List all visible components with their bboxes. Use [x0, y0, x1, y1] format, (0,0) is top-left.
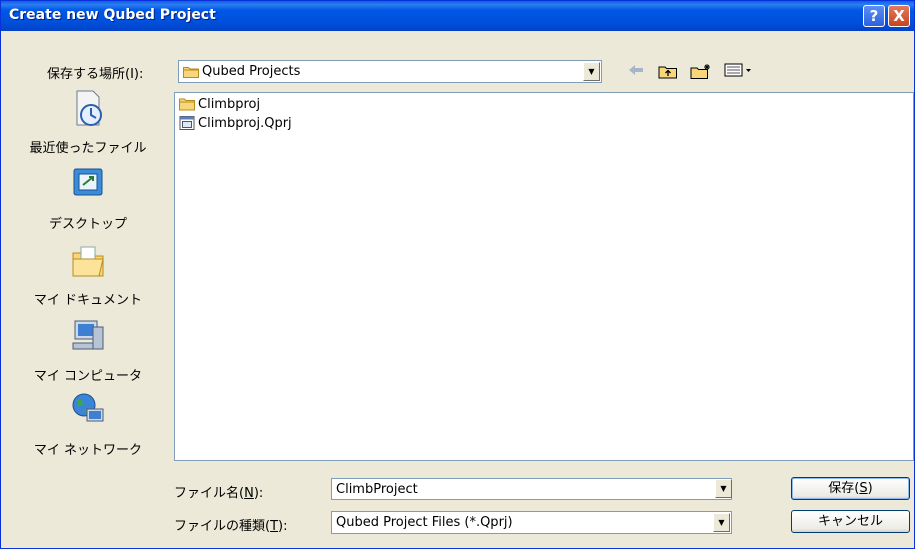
list-item[interactable]: Climbproj — [179, 97, 260, 115]
list-item[interactable]: Climbproj.Qprj — [179, 116, 292, 134]
file-list[interactable]: Climbproj Climbproj.Qprj — [174, 92, 914, 461]
file-name: Climbproj.Qprj — [198, 116, 292, 131]
location-label: 保存する場所(I): — [47, 67, 144, 82]
folder-icon — [179, 98, 195, 111]
save-button[interactable]: 保存(S) — [791, 477, 910, 500]
qprj-file-icon — [179, 116, 195, 130]
place-label: デスクトップ — [48, 217, 127, 232]
close-button[interactable]: X — [888, 5, 910, 27]
place-label: マイ コンピュータ — [33, 369, 143, 384]
filename-dropdown[interactable]: ▼ — [709, 478, 732, 500]
save-dialog: Create new Qubed Project ? X 保存する場所(I): … — [0, 0, 915, 549]
chevron-down-icon[interactable]: ▼ — [713, 513, 730, 532]
my-documents-icon — [72, 246, 104, 277]
cancel-button[interactable]: キャンセル — [791, 510, 910, 533]
up-folder-icon[interactable] — [657, 63, 679, 81]
place-my-computer[interactable]: マイ コンピュータ — [13, 317, 163, 391]
location-combo[interactable]: Qubed Projects ▼ — [178, 60, 602, 83]
location-value: Qubed Projects — [202, 64, 301, 79]
filename-label: ファイル名(N): — [174, 486, 264, 501]
place-desktop[interactable]: デスクトップ — [13, 165, 163, 239]
place-my-documents[interactable]: マイ ドキュメント — [13, 241, 163, 315]
title-bar[interactable]: Create new Qubed Project ? X — [1, 1, 914, 31]
file-name: Climbproj — [198, 97, 261, 112]
filetype-value: Qubed Project Files (*.Qprj) — [336, 515, 513, 530]
view-menu-icon[interactable] — [723, 63, 755, 81]
filetype-combo[interactable]: Qubed Project Files (*.Qprj) ▼ — [331, 511, 732, 534]
filename-input[interactable] — [332, 479, 731, 499]
recent-files-icon — [76, 90, 102, 126]
new-folder-icon[interactable] — [689, 63, 713, 81]
my-network-icon — [72, 393, 104, 422]
chevron-down-icon[interactable]: ▼ — [583, 62, 600, 81]
place-label: マイ ドキュメント — [33, 293, 143, 308]
window-title: Create new Qubed Project — [9, 7, 216, 23]
place-recent[interactable]: 最近使ったファイル — [13, 89, 163, 163]
help-button[interactable]: ? — [863, 5, 885, 27]
places-bar: 最近使ったファイル デスクトップ マイ ドキュメント マイ コンピュータ マイ … — [13, 89, 163, 459]
chevron-down-icon[interactable]: ▼ — [715, 479, 732, 498]
filename-field[interactable]: ▼ — [331, 478, 732, 500]
place-label: 最近使ったファイル — [29, 141, 147, 156]
filetype-label: ファイルの種類(T): — [174, 519, 288, 534]
place-my-network[interactable]: マイ ネットワーク — [13, 391, 163, 465]
place-label: マイ ネットワーク — [33, 443, 143, 458]
my-computer-icon — [72, 320, 104, 350]
back-arrow-icon[interactable] — [627, 63, 645, 81]
folder-icon — [183, 67, 199, 78]
desktop-icon — [73, 168, 103, 196]
